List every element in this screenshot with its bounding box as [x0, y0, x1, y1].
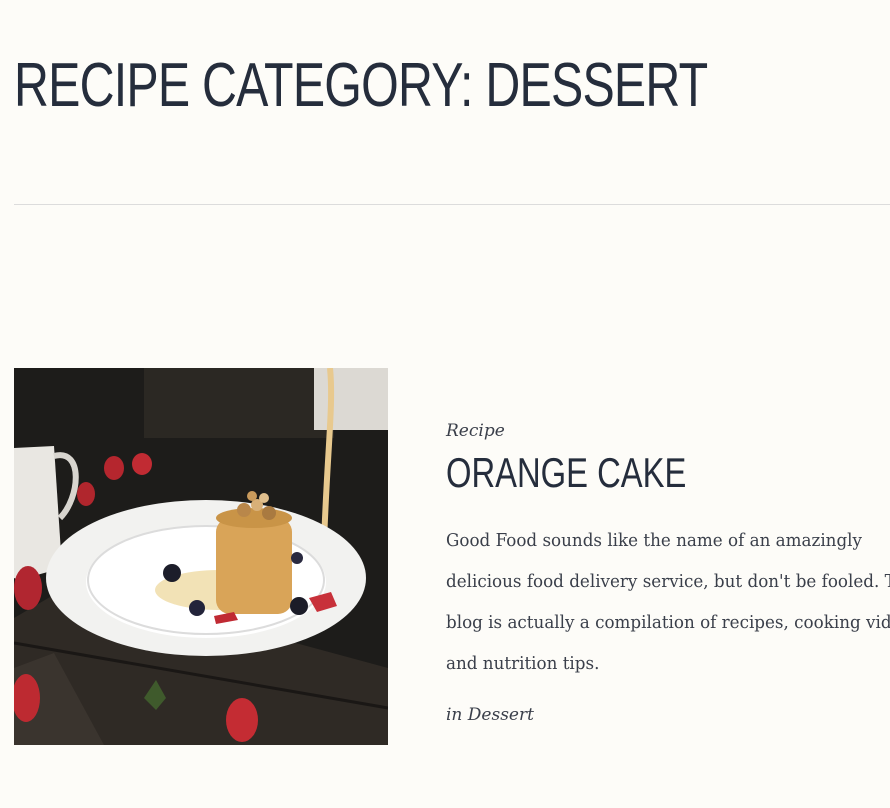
post-excerpt: Good Food sounds like the name of an ama…: [446, 520, 890, 684]
post-type-label: Recipe: [446, 421, 505, 441]
post-category-meta: in Dessert: [446, 702, 890, 728]
category-link[interactable]: Dessert: [468, 705, 534, 725]
header-divider: [14, 204, 890, 205]
post-title-link[interactable]: ORANGE CAKE: [446, 448, 792, 498]
category-prefix: in: [446, 705, 468, 725]
excerpt-line: blog is actually a compilation of recipe…: [446, 612, 890, 633]
post-thumbnail-link[interactable]: [14, 368, 388, 745]
excerpt-line: delicious food delivery service, but don…: [446, 571, 890, 592]
excerpt-line: and nutrition tips.: [446, 653, 600, 674]
plated-cake-photo-icon: [14, 368, 388, 745]
page-title: RECIPE CATEGORY: DESSERT: [14, 51, 708, 120]
excerpt-line: Good Food sounds like the name of an ama…: [446, 530, 863, 551]
post-body: Recipe ORANGE CAKE Good Food sounds like…: [446, 418, 890, 728]
